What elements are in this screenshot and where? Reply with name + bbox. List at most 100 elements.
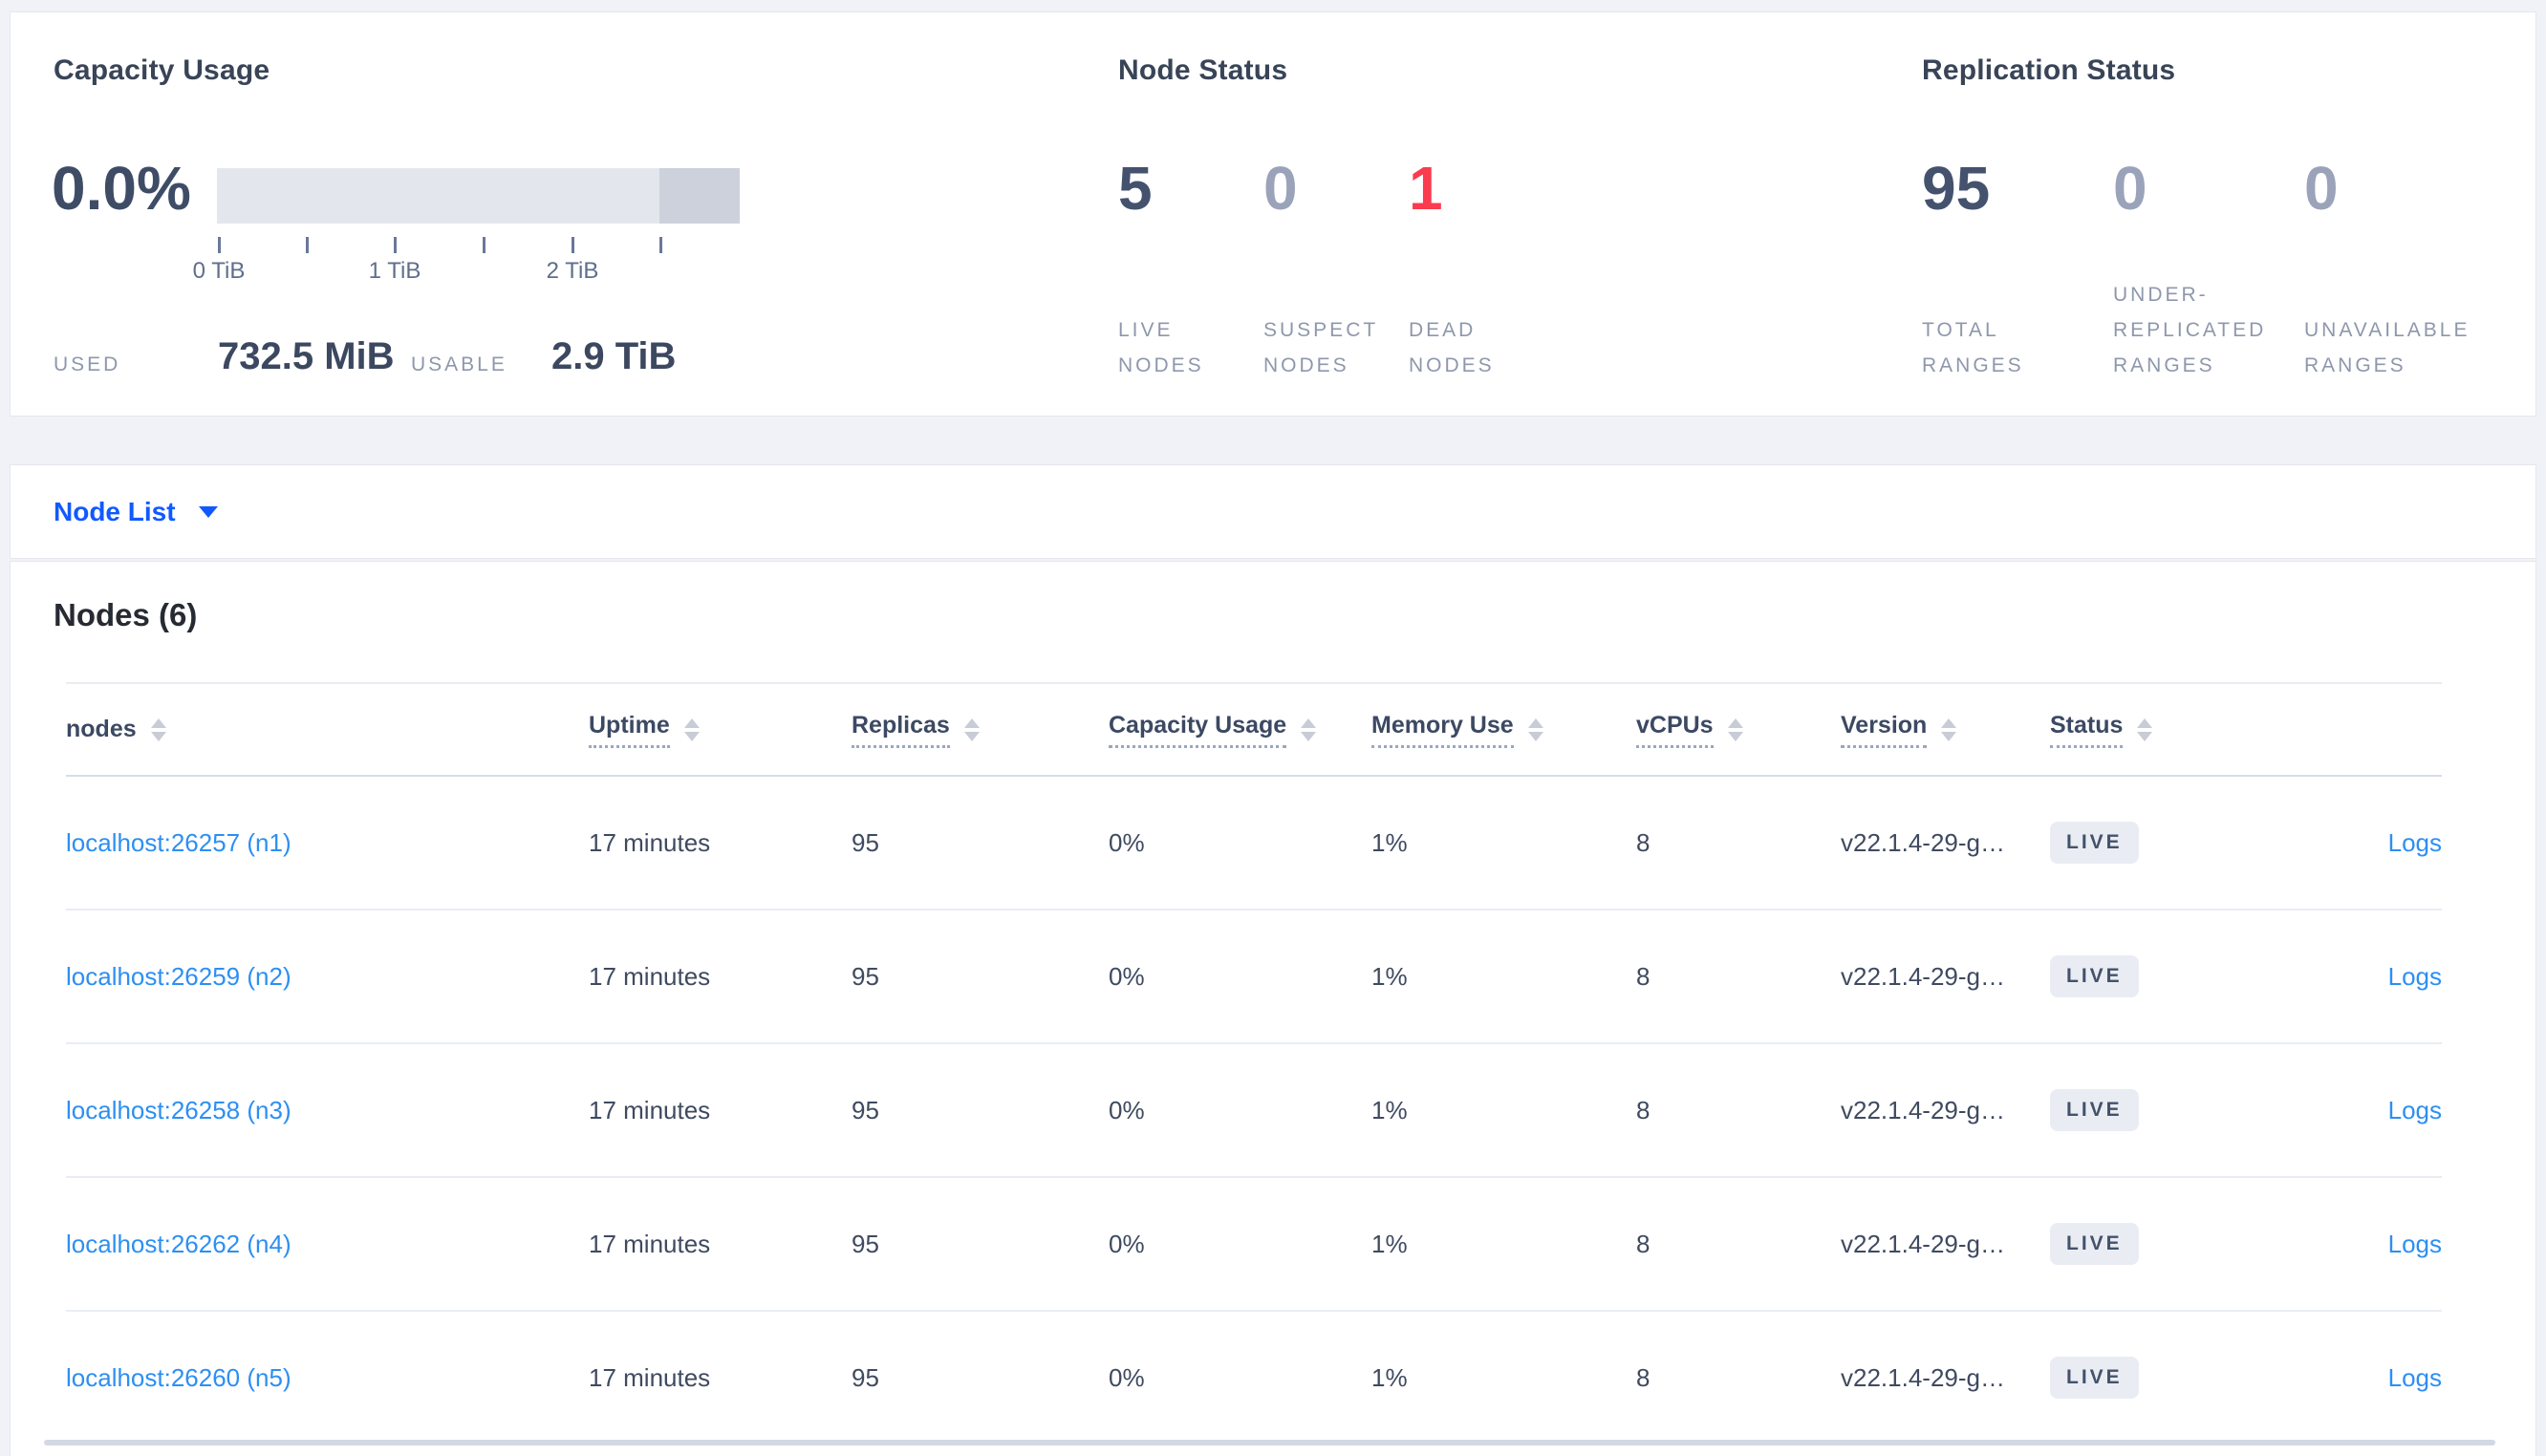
stat-value-suspect-nodes: 0: [1263, 154, 1298, 223]
table-row: localhost:26262 (n4) 17 minutes 95 0% 1% 8 v22…: [66, 1178, 2442, 1312]
stat-live-nodes: 5 LIVE NODES: [1118, 154, 1263, 383]
uptime-cell: 17 minutes: [589, 1362, 711, 1392]
node-link[interactable]: localhost:26257 (n1): [66, 828, 291, 857]
replicas-cell: 95: [852, 1362, 879, 1392]
column-label-version: Version: [1841, 712, 1928, 748]
capacity-usage-cell: 0%: [1109, 1362, 1145, 1392]
replication-status-stats: 95 TOTAL RANGES 0 UNDER- REPLICATED RANGES 0…: [1922, 154, 2495, 383]
memory-use-cell: 1%: [1371, 1229, 1408, 1258]
node-list-dropdown[interactable]: Node List: [54, 497, 218, 527]
column-header-nodes[interactable]: nodes: [66, 716, 589, 743]
node-link[interactable]: localhost:26259 (n2): [66, 962, 291, 991]
node-link[interactable]: localhost:26258 (n3): [66, 1096, 291, 1124]
version-cell: v22.1.4-29-g…: [1841, 827, 2005, 857]
column-label-uptime: Uptime: [589, 712, 670, 748]
vcpus-cell: 8: [1636, 961, 1651, 991]
axis-tick: [394, 237, 397, 253]
uptime-cell: 17 minutes: [589, 961, 711, 991]
view-selector-bar: Node List: [10, 464, 2536, 559]
table-row: localhost:26259 (n2) 17 minutes 95 0% 1% 8 v22…: [66, 910, 2442, 1044]
uptime-cell: 17 minutes: [589, 827, 711, 857]
version-cell: v22.1.4-29-g…: [1841, 961, 2005, 991]
node-status-title: Node Status: [1118, 54, 1288, 86]
column-header-version[interactable]: Version: [1841, 712, 2050, 748]
vcpus-cell: 8: [1636, 1362, 1651, 1392]
stat-label-live-nodes: LIVE NODES: [1118, 319, 1204, 376]
status-badge: LIVE: [2050, 822, 2139, 864]
version-cell: v22.1.4-29-g…: [1841, 1095, 2005, 1124]
stat-total-ranges: 95 TOTAL RANGES: [1922, 154, 2113, 383]
stat-label-unavailable-ranges: UNAVAILABLE RANGES: [2304, 319, 2470, 376]
column-label-status: Status: [2050, 712, 2124, 748]
vcpus-cell: 8: [1636, 1095, 1651, 1124]
axis-tick-label: 1 TiB: [368, 258, 421, 284]
column-header-capacity[interactable]: Capacity Usage: [1109, 712, 1371, 748]
sort-icon: [1941, 717, 1957, 741]
chevron-down-icon: [198, 505, 218, 518]
table-body: localhost:26257 (n1) 17 minutes 95 0% 1% 8 v22…: [66, 777, 2442, 1445]
version-cell: v22.1.4-29-g…: [1841, 1362, 2005, 1392]
column-label-nodes: nodes: [66, 716, 137, 742]
nodes-count-title: Nodes (6): [54, 597, 198, 632]
logs-link[interactable]: Logs: [2388, 1096, 2442, 1124]
memory-use-cell: 1%: [1371, 827, 1408, 857]
stat-label-under-replicated-ranges: UNDER- REPLICATED RANGES: [2113, 284, 2267, 376]
capacity-usage-meter: 0 TiB 1 TiB 2 TiB: [193, 168, 740, 292]
status-badge: LIVE: [2050, 1357, 2139, 1399]
uptime-cell: 17 minutes: [589, 1095, 711, 1124]
stat-label-dead-nodes: DEAD NODES: [1409, 319, 1495, 376]
logs-link[interactable]: Logs: [2388, 1230, 2442, 1258]
sort-icon: [2137, 717, 2153, 741]
usable-label: USABLE: [411, 353, 507, 375]
table-row: localhost:26260 (n5) 17 minutes 95 0% 1% 8 v22…: [66, 1312, 2442, 1445]
table-row: localhost:26257 (n1) 17 minutes 95 0% 1% 8 v22…: [66, 777, 2442, 910]
column-header-uptime[interactable]: Uptime: [589, 712, 852, 748]
replicas-cell: 95: [852, 961, 879, 991]
capacity-usage-title: Capacity Usage: [54, 54, 270, 86]
column-label-replicas: Replicas: [852, 712, 950, 748]
replication-status-title: Replication Status: [1922, 54, 2176, 86]
node-link[interactable]: localhost:26262 (n4): [66, 1230, 291, 1258]
capacity-bar-usable: [217, 168, 660, 224]
status-badge: LIVE: [2050, 1089, 2139, 1131]
status-badge: LIVE: [2050, 955, 2139, 997]
column-header-replicas[interactable]: Replicas: [852, 712, 1109, 748]
capacity-bar-other: [659, 168, 740, 224]
sort-icon: [150, 717, 166, 741]
sort-icon: [1727, 717, 1743, 741]
table-header-row: nodes Uptime Replicas Capacity Usage Memory …: [66, 682, 2442, 777]
axis-tick: [306, 237, 309, 253]
used-value: 732.5 MiB: [218, 335, 395, 377]
cluster-summary-card: Capacity Usage 0.0% 0 TiB 1 TiB 2 TiB US…: [10, 11, 2536, 417]
node-status-stats: 5 LIVE NODES 0 SUSPECT NODES 1 DEAD NODES: [1118, 154, 1554, 383]
stat-value-total-ranges: 95: [1922, 154, 1991, 223]
logs-link[interactable]: Logs: [2388, 828, 2442, 857]
stat-value-unavailable-ranges: 0: [2304, 154, 2339, 223]
capacity-usage-cell: 0%: [1109, 1229, 1145, 1258]
uptime-cell: 17 minutes: [589, 1229, 711, 1258]
status-badge: LIVE: [2050, 1223, 2139, 1265]
stat-under-replicated-ranges: 0 UNDER- REPLICATED RANGES: [2113, 154, 2304, 383]
stat-value-under-replicated-ranges: 0: [2113, 154, 2147, 223]
table-row: localhost:26258 (n3) 17 minutes 95 0% 1% 8 v22…: [66, 1044, 2442, 1178]
horizontal-scrollbar[interactable]: [44, 1440, 2495, 1445]
memory-use-cell: 1%: [1371, 1095, 1408, 1124]
replicas-cell: 95: [852, 1229, 879, 1258]
used-label: USED: [54, 353, 121, 375]
node-list-dropdown-label: Node List: [54, 496, 176, 526]
logs-link[interactable]: Logs: [2388, 962, 2442, 991]
column-header-memory[interactable]: Memory Use: [1371, 712, 1636, 748]
logs-link[interactable]: Logs: [2388, 1363, 2442, 1392]
nodes-card: Nodes (6) nodes Uptime Replicas Capacity Us…: [10, 561, 2536, 1456]
capacity-usage-cell: 0%: [1109, 961, 1145, 991]
node-link[interactable]: localhost:26260 (n5): [66, 1363, 291, 1392]
sort-icon: [963, 717, 980, 741]
replicas-cell: 95: [852, 827, 879, 857]
column-header-status[interactable]: Status: [2050, 712, 2295, 748]
column-header-vcpus[interactable]: vCPUs: [1636, 712, 1841, 748]
stat-label-suspect-nodes: SUSPECT NODES: [1263, 319, 1379, 376]
nodes-table: nodes Uptime Replicas Capacity Usage Memory …: [66, 682, 2442, 1445]
capacity-percent: 0.0%: [52, 154, 191, 223]
capacity-usage-cell: 0%: [1109, 1095, 1145, 1124]
stat-value-dead-nodes: 1: [1409, 154, 1443, 223]
